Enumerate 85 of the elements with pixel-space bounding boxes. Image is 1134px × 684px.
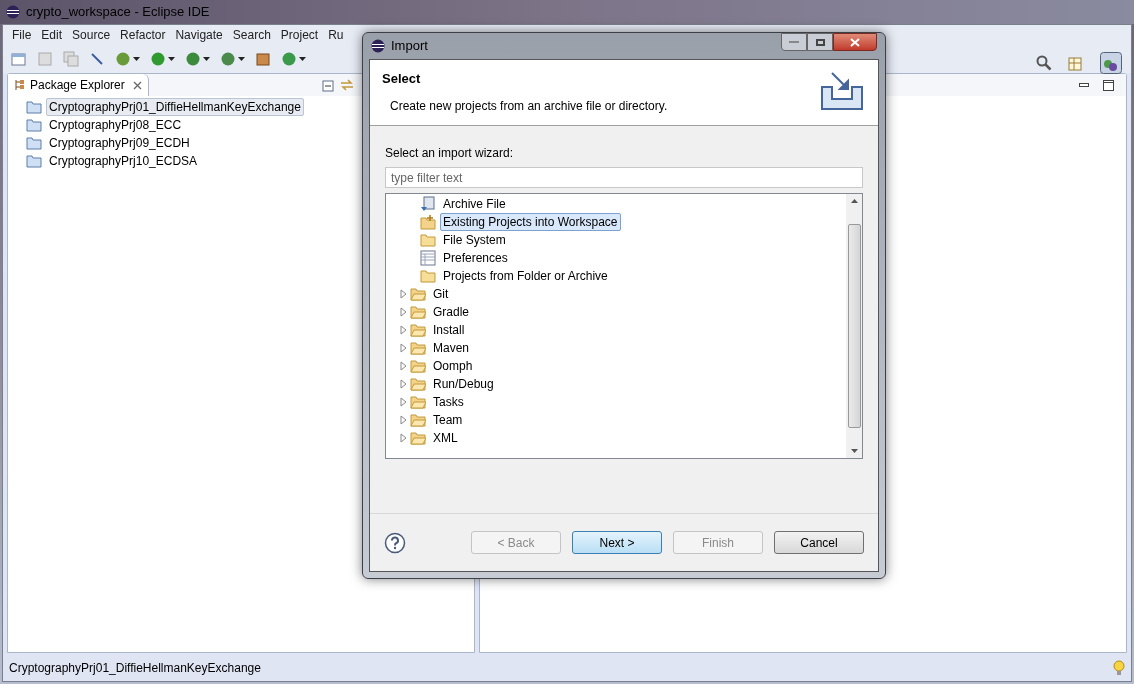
folder-icon [410, 341, 426, 355]
minimize-button[interactable] [781, 33, 807, 51]
caret-icon[interactable] [203, 57, 210, 61]
explorer-tree-item[interactable]: CryptographyPrj01_DiffieHellmanKeyExchange [46, 98, 304, 116]
collapsed-arrow-icon[interactable] [398, 325, 408, 335]
dialog-button[interactable]: Next > [572, 531, 662, 554]
explorer-tree-item[interactable]: CryptographyPrj10_ECDSA [46, 152, 201, 170]
search-icon[interactable] [1036, 55, 1052, 71]
wizard-item[interactable]: File System [440, 231, 509, 249]
menu-item[interactable]: Project [275, 26, 324, 44]
folder-icon [410, 323, 426, 337]
wizard-item[interactable]: Run/Debug [430, 375, 497, 393]
menu-item[interactable]: File [7, 26, 37, 44]
folder-icon [410, 413, 426, 427]
folder-icon [410, 359, 426, 373]
collapsed-arrow-icon[interactable] [398, 307, 408, 317]
wizard-item[interactable]: Maven [430, 339, 473, 357]
collapsed-arrow-icon[interactable] [398, 433, 408, 443]
page-heading: Select [382, 70, 422, 88]
status-text: CryptographyPrj01_DiffieHellmanKeyExchange [9, 660, 261, 677]
folder-icon [420, 269, 436, 283]
project-folder-icon [26, 136, 42, 150]
wizard-item[interactable]: Oomph [430, 357, 476, 375]
close-icon[interactable] [132, 80, 142, 90]
new-file-icon[interactable] [11, 51, 27, 67]
wizard-item[interactable]: Git [430, 285, 452, 303]
table-icon [420, 250, 436, 266]
menu-item[interactable]: Edit [36, 26, 68, 44]
wizard-item[interactable]: Existing Projects into Workspace [440, 213, 621, 231]
folder-icon [420, 233, 436, 247]
hierarchy-icon [14, 79, 26, 91]
folder-icon [410, 431, 426, 445]
collapsed-arrow-icon[interactable] [398, 379, 408, 389]
menu-item[interactable]: Search [227, 26, 276, 44]
wizard-item[interactable]: XML [430, 429, 461, 447]
wizard-item[interactable]: Gradle [430, 303, 473, 321]
explorer-tree-item[interactable]: CryptographyPrj08_ECC [46, 116, 185, 134]
wizard-item[interactable]: Install [430, 321, 468, 339]
project-folder-icon [26, 100, 42, 114]
page-description: Create new projects from an archive file or directory. [389, 97, 668, 115]
maximize-icon[interactable] [1103, 79, 1114, 91]
minimize-icon[interactable] [1079, 83, 1089, 87]
menu-item[interactable]: Ru [323, 26, 349, 44]
import-tray-icon [818, 71, 866, 111]
eclipse-logo [371, 39, 385, 53]
caret-icon[interactable] [238, 57, 245, 61]
folder-plus-icon [420, 214, 436, 230]
open-perspective-icon[interactable] [1068, 55, 1084, 71]
menu-item[interactable]: Navigate [170, 26, 228, 44]
eclipse-logo [6, 5, 20, 19]
explorer-tree-item[interactable]: CryptographyPrj09_ECDH [46, 134, 193, 152]
folder-icon [410, 287, 426, 301]
folder-icon [410, 377, 426, 391]
wizard-item[interactable]: Archive File [440, 195, 509, 213]
menu-item[interactable]: Source [67, 26, 116, 44]
folder-icon [410, 305, 426, 319]
archive-icon [420, 196, 436, 212]
folder-icon [410, 395, 426, 409]
caret-icon[interactable] [168, 57, 175, 61]
wizard-label: Select an import wizard: [385, 145, 515, 162]
wizard-item[interactable]: Team [430, 411, 466, 429]
collapsed-arrow-icon[interactable] [398, 289, 408, 299]
collapse-all-icon[interactable] [320, 78, 334, 92]
help-icon[interactable] [384, 531, 406, 554]
wizard-item[interactable]: Projects from Folder or Archive [440, 267, 611, 285]
link-icon[interactable] [340, 78, 354, 92]
collapsed-arrow-icon[interactable] [398, 397, 408, 407]
wizard-item[interactable]: Preferences [440, 249, 511, 267]
window-title: crypto_workspace - Eclipse IDE [26, 3, 210, 22]
collapsed-arrow-icon[interactable] [398, 361, 408, 371]
project-folder-icon [26, 118, 42, 132]
filter-field[interactable]: type filter text [385, 167, 863, 188]
project-folder-icon [26, 154, 42, 168]
caret-icon[interactable] [299, 57, 306, 61]
wizard-item[interactable]: Tasks [430, 393, 467, 411]
maximize-button[interactable] [807, 33, 833, 51]
dialog-title: Import [391, 37, 428, 56]
dialog-button[interactable]: Cancel [774, 531, 864, 554]
collapsed-arrow-icon[interactable] [398, 343, 408, 353]
collapsed-arrow-icon[interactable] [398, 415, 408, 425]
lightbulb-icon[interactable] [1113, 660, 1125, 676]
close-button[interactable] [833, 33, 877, 51]
scrollbar[interactable] [846, 194, 862, 458]
caret-icon[interactable] [133, 57, 140, 61]
menu-item[interactable]: Refactor [115, 26, 171, 44]
